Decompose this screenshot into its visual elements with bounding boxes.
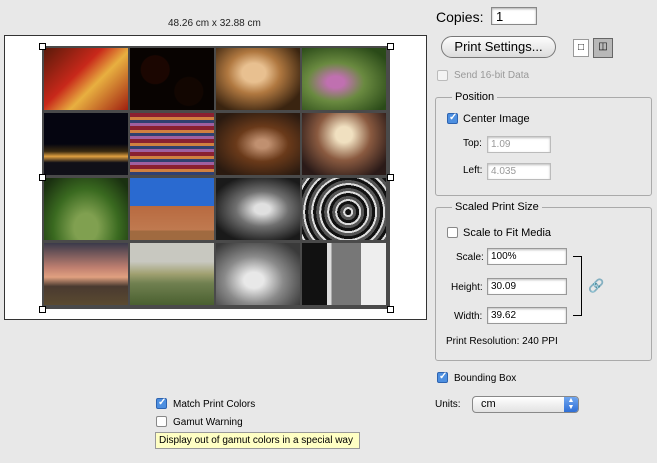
gamut-warning-checkbox[interactable] bbox=[156, 416, 167, 427]
width-field[interactable]: 39.62 bbox=[487, 307, 567, 324]
thumbnail-woman-silhouette bbox=[302, 113, 386, 175]
units-value: cm bbox=[481, 398, 496, 410]
thumbnail-chili-peppers bbox=[44, 48, 128, 110]
thumbnail-striped-blankets bbox=[130, 113, 214, 175]
thumbnail-woman-profile-bw bbox=[216, 178, 300, 240]
height-field[interactable]: 30.09 bbox=[487, 278, 567, 295]
thumbnail-rolling-hills bbox=[130, 243, 214, 305]
thumbnail-sunset-hills bbox=[44, 243, 128, 305]
scale-to-fit-checkbox[interactable] bbox=[447, 227, 458, 238]
copies-label: Copies: bbox=[436, 9, 484, 25]
thumbnail-scooter-bw bbox=[216, 243, 300, 305]
scale-to-fit-label: Scale to Fit Media bbox=[463, 227, 552, 239]
thumbnail-garden-landscape bbox=[44, 178, 128, 240]
thumbnail-adobe-church bbox=[130, 178, 214, 240]
resize-handle-right[interactable] bbox=[387, 174, 394, 181]
scale-field[interactable]: 100% bbox=[487, 248, 567, 265]
thumbnail-test-target-bw bbox=[302, 243, 386, 305]
chain-link-icon: 🔗 bbox=[588, 278, 605, 293]
thumbnail-blonde-woman-portrait bbox=[216, 48, 300, 110]
bounding-box-label: Bounding Box bbox=[454, 373, 517, 384]
gamut-warning-label: Gamut Warning bbox=[173, 417, 243, 428]
center-image-checkbox[interactable] bbox=[447, 112, 458, 124]
top-label: Top: bbox=[463, 138, 482, 149]
scaled-print-size-title: Scaled Print Size bbox=[452, 201, 542, 213]
resize-handle-top-right[interactable] bbox=[387, 43, 394, 50]
proportion-bracket bbox=[573, 256, 582, 316]
units-label: Units: bbox=[435, 399, 461, 410]
chevron-updown-icon: ▲ ▼ bbox=[564, 397, 578, 412]
send-16bit-label: Send 16-bit Data bbox=[454, 70, 530, 81]
print-resolution: Print Resolution: 240 PPI bbox=[446, 336, 558, 347]
tooltip: Display out of gamut colors in a special… bbox=[155, 432, 360, 449]
resize-handle-top-left[interactable] bbox=[39, 43, 46, 50]
bounding-box-checkbox[interactable] bbox=[437, 371, 448, 383]
thumbnail-woman-with-cello bbox=[216, 113, 300, 175]
resize-handle-bottom-left[interactable] bbox=[39, 306, 46, 313]
resize-handle-left[interactable] bbox=[39, 174, 46, 181]
left-field[interactable]: 4.035 bbox=[487, 163, 551, 180]
copies-input[interactable]: 1 bbox=[491, 7, 537, 25]
center-image-label: Center Image bbox=[463, 113, 530, 125]
width-label: Width: bbox=[454, 311, 483, 322]
print-dimensions: 48.26 cm x 32.88 cm bbox=[168, 18, 261, 29]
thumbnail-painted-plates bbox=[130, 48, 214, 110]
portrait-orientation-icon[interactable]: □ bbox=[573, 39, 589, 57]
height-label: Height: bbox=[451, 282, 483, 293]
scale-label: Scale: bbox=[456, 252, 484, 263]
left-label: Left: bbox=[463, 165, 483, 176]
position-group-title: Position bbox=[452, 91, 498, 103]
thumbnail-spiral-staircase-bw bbox=[302, 178, 386, 240]
send-16bit-checkbox[interactable] bbox=[437, 70, 448, 81]
thumbnail-city-night-lights bbox=[44, 113, 128, 175]
match-print-colors-label: Match Print Colors bbox=[173, 399, 256, 410]
match-print-colors-checkbox[interactable] bbox=[156, 397, 167, 409]
landscape-orientation-icon[interactable]: ◫ bbox=[593, 38, 613, 58]
print-settings-button[interactable]: Print Settings... bbox=[441, 36, 556, 58]
top-field[interactable]: 1.09 bbox=[487, 136, 551, 153]
thumbnail-girl-in-garden bbox=[302, 48, 386, 110]
units-select[interactable]: cm ▲ ▼ bbox=[472, 396, 579, 413]
image-contact-sheet[interactable] bbox=[39, 43, 394, 313]
resize-handle-bottom-right[interactable] bbox=[387, 306, 394, 313]
